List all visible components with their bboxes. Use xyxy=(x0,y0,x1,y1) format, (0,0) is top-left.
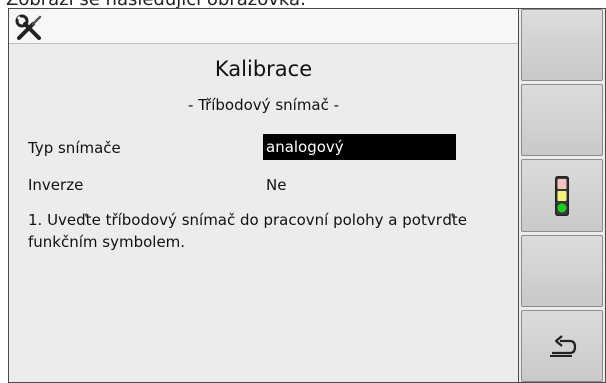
header-bar xyxy=(9,9,518,44)
terminal-screen: Kalibrace - Tříbodový snímač - Typ sníma… xyxy=(8,8,606,383)
inversion-value[interactable]: Ne xyxy=(266,176,286,194)
page-title: Kalibrace xyxy=(214,57,313,81)
sensor-type-label: Typ snímače xyxy=(28,139,121,157)
instruction-text: 1. Uveďte tříbodový snímač do pracovní p… xyxy=(28,211,468,251)
softkey-confirm-button[interactable] xyxy=(521,159,603,232)
page-subtitle: - Tříbodový snímač - xyxy=(187,96,340,114)
traffic-light-icon xyxy=(555,175,569,216)
return-arrow-icon xyxy=(550,335,577,357)
tools-icon[interactable] xyxy=(13,12,45,42)
softkey-column xyxy=(519,9,605,383)
content-area: Kalibrace - Tříbodový snímač - Typ sníma… xyxy=(9,9,519,382)
softkey-4[interactable] xyxy=(521,234,603,307)
sensor-type-field[interactable]: analogový xyxy=(263,134,456,160)
softkey-2[interactable] xyxy=(521,84,603,157)
inversion-label: Inverze xyxy=(28,176,84,194)
softkey-1[interactable] xyxy=(521,9,603,82)
softkey-back-button[interactable] xyxy=(521,309,603,383)
sensor-type-value: analogový xyxy=(266,138,344,156)
